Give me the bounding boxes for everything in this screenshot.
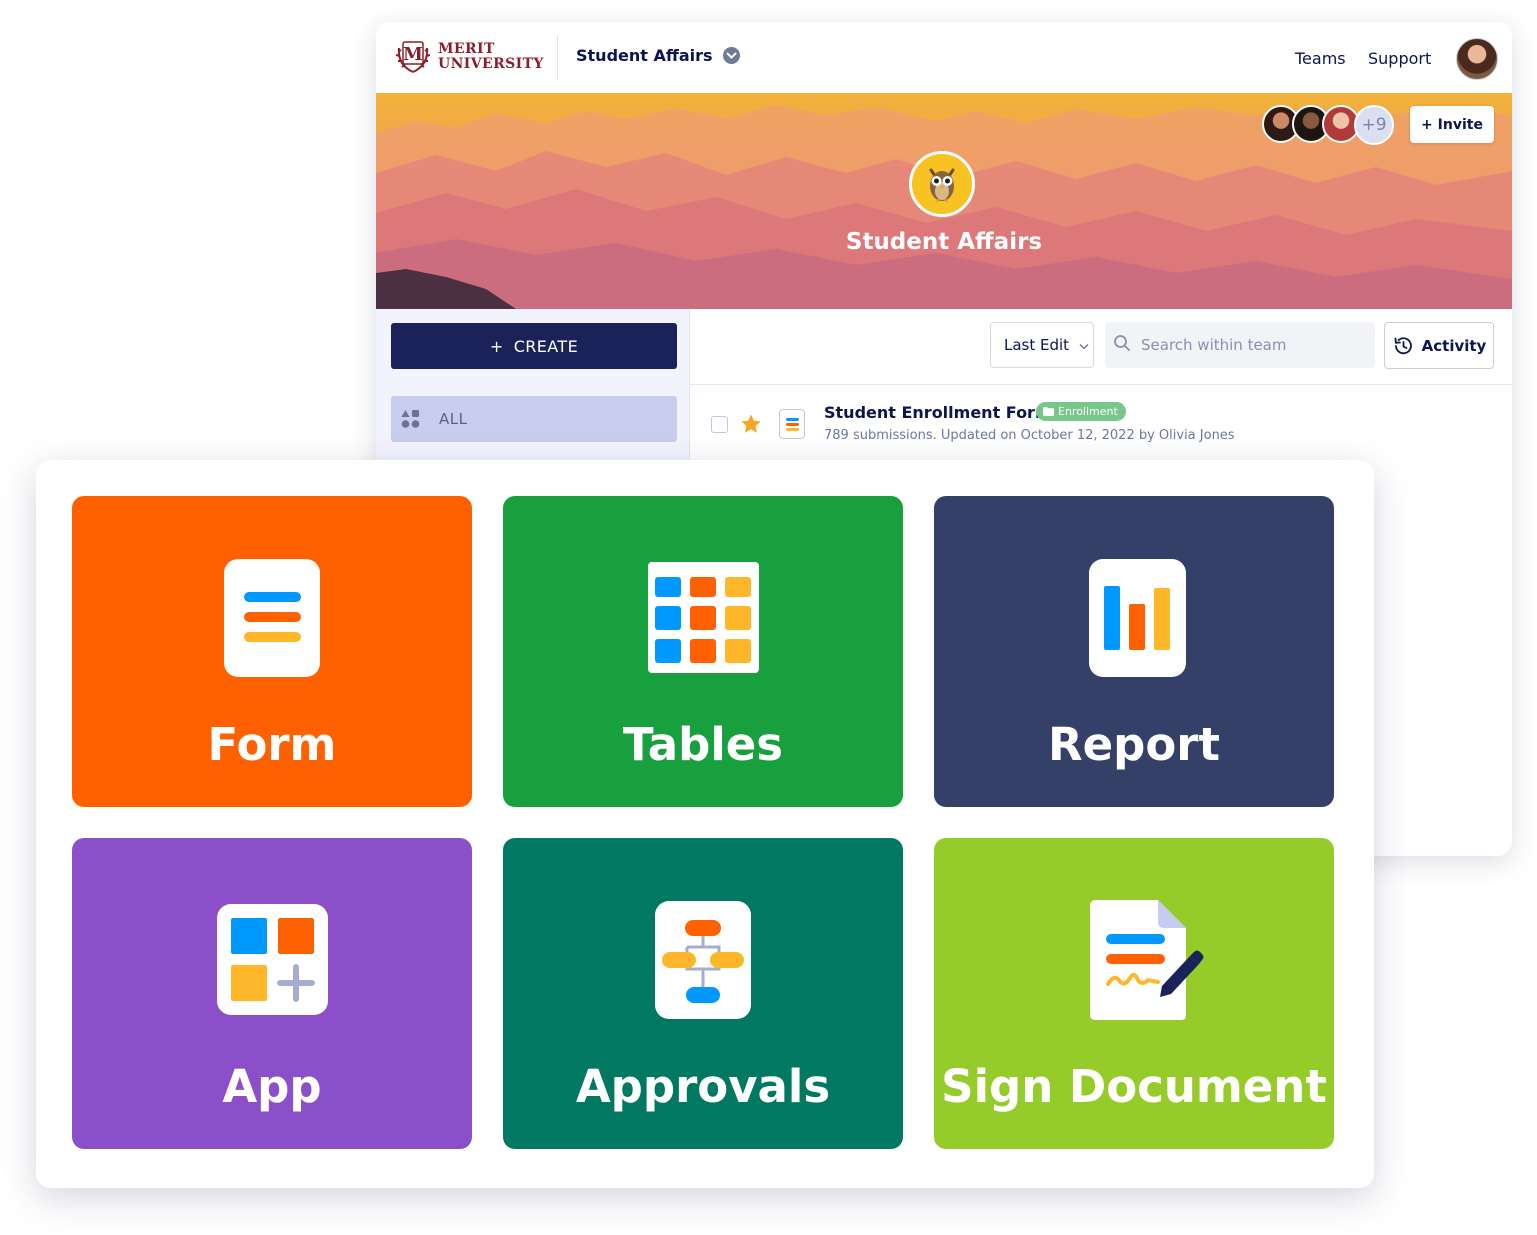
create-app-tile[interactable]: App <box>72 838 472 1149</box>
create-tables-tile[interactable]: Tables <box>503 496 903 807</box>
plus-icon: + <box>489 336 504 356</box>
sort-dropdown[interactable]: Last Edit <box>990 322 1094 368</box>
logo-line-2: UNIVERSITY <box>438 56 544 72</box>
tile-label: App <box>222 1060 322 1113</box>
create-report-tile[interactable]: Report <box>934 496 1334 807</box>
create-button[interactable]: + CREATE <box>391 323 677 369</box>
tile-label: Sign Document <box>941 1060 1327 1113</box>
table-grid-icon <box>648 562 759 673</box>
team-switcher-label: Student Affairs <box>576 46 713 65</box>
tile-label: Report <box>1047 718 1220 771</box>
svg-text:M: M <box>403 44 423 65</box>
search-field[interactable] <box>1105 322 1375 368</box>
create-button-label: CREATE <box>513 336 579 356</box>
list-toolbar: Last Edit Activity <box>690 309 1512 385</box>
invite-button[interactable]: + Invite <box>1410 106 1494 143</box>
sidebar-item-label: ALL <box>439 410 468 428</box>
more-members-badge[interactable]: +9 <box>1354 105 1394 145</box>
tile-label: Tables <box>622 718 784 771</box>
sort-dropdown-label: Last Edit <box>1004 336 1070 354</box>
star-icon[interactable] <box>740 413 762 439</box>
asset-meta: 789 submissions. Updated on October 12, … <box>824 428 1235 443</box>
form-icon <box>224 559 320 677</box>
create-sign-document-tile[interactable]: Sign Document <box>934 838 1334 1149</box>
shapes-grid-icon <box>401 409 421 429</box>
search-input[interactable] <box>1139 335 1363 355</box>
app-blocks-icon <box>217 904 328 1015</box>
user-avatar[interactable] <box>1456 38 1498 80</box>
search-icon <box>1113 334 1131 356</box>
topbar-divider <box>557 35 558 80</box>
chevron-down-icon <box>722 47 740 64</box>
asset-title[interactable]: Student Enrollment Form <box>824 403 1052 422</box>
activity-button-label: Activity <box>1421 336 1487 355</box>
nav-support-link[interactable]: Support <box>1368 49 1431 68</box>
chevron-down-icon <box>1079 336 1089 354</box>
owl-team-icon[interactable] <box>909 151 975 217</box>
merit-university-logo[interactable]: M MERIT UNIVERSITY <box>394 39 544 75</box>
create-options-panel: Form Tables Report App Approvals Sign Do… <box>36 460 1374 1188</box>
university-crest-icon: M <box>394 39 432 75</box>
folder-tag-badge[interactable]: Enrollment <box>1036 402 1126 421</box>
form-icon <box>779 409 805 439</box>
activity-button[interactable]: Activity <box>1384 322 1494 369</box>
row-checkbox[interactable] <box>711 416 728 433</box>
team-cover-banner: +9 + Invite Student Affairs <box>376 93 1512 309</box>
tile-label: Form <box>207 718 337 771</box>
sign-document-icon <box>1090 900 1204 1020</box>
create-form-tile[interactable]: Form <box>72 496 472 807</box>
tile-label: Approvals <box>575 1060 831 1113</box>
folder-tag-label: Enrollment <box>1058 405 1118 418</box>
nav-teams-link[interactable]: Teams <box>1295 49 1346 68</box>
top-bar: M MERIT UNIVERSITY Student Affairs Teams… <box>376 22 1512 93</box>
folder-icon <box>1043 407 1054 416</box>
team-title: Student Affairs <box>845 229 1043 255</box>
history-clock-icon <box>1394 336 1412 354</box>
bar-chart-icon <box>1089 559 1186 677</box>
asset-row[interactable]: Student Enrollment Form Enrollment 789 s… <box>690 384 1512 464</box>
create-approvals-tile[interactable]: Approvals <box>503 838 903 1149</box>
logo-wordmark: MERIT UNIVERSITY <box>438 42 544 72</box>
approval-flow-icon <box>655 901 751 1019</box>
team-switcher[interactable]: Student Affairs <box>576 46 740 65</box>
logo-line-1: MERIT <box>438 41 495 57</box>
sidebar-item-all[interactable]: ALL <box>391 396 677 442</box>
